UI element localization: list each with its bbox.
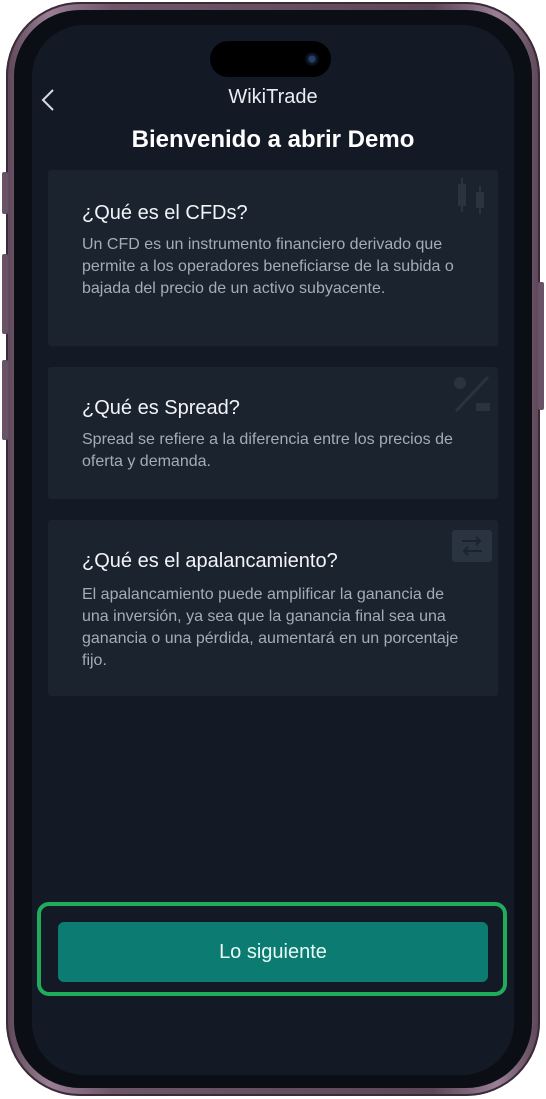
app-title: WikiTrade: [228, 86, 318, 108]
card-title: ¿Qué es el CFDs?: [82, 202, 248, 224]
card-title: ¿Qué es el apalancamiento?: [82, 550, 338, 572]
card-description: Spread se refiere a la diferencia entre …: [82, 431, 453, 470]
exchange-icon: [452, 530, 492, 562]
next-button[interactable]: Lo siguiente: [58, 922, 488, 982]
info-card-spread: ¿Qué es Spread? Spread se refiere a la d…: [48, 367, 498, 499]
camera-icon: [305, 52, 319, 66]
info-card-cfd: ¿Qué es el CFDs? Un CFD es un instrument…: [48, 170, 498, 346]
power-button: [538, 282, 544, 410]
dynamic-island: [210, 41, 331, 77]
card-description: Un CFD es un instrumento financiero deri…: [82, 236, 454, 297]
action-button: [2, 172, 8, 214]
volume-down-button: [2, 360, 8, 440]
page-title: Bienvenido a abrir Demo: [131, 126, 415, 153]
candlestick-icon: [458, 178, 484, 214]
volume-up-button: [2, 254, 8, 334]
info-card-leverage: ¿Qué es el apalancamiento? El apalancami…: [48, 520, 498, 696]
percent-icon: [454, 375, 490, 413]
card-description: El apalancamiento puede amplificar la ga…: [82, 586, 459, 669]
card-title: ¿Qué es Spread?: [82, 397, 240, 419]
